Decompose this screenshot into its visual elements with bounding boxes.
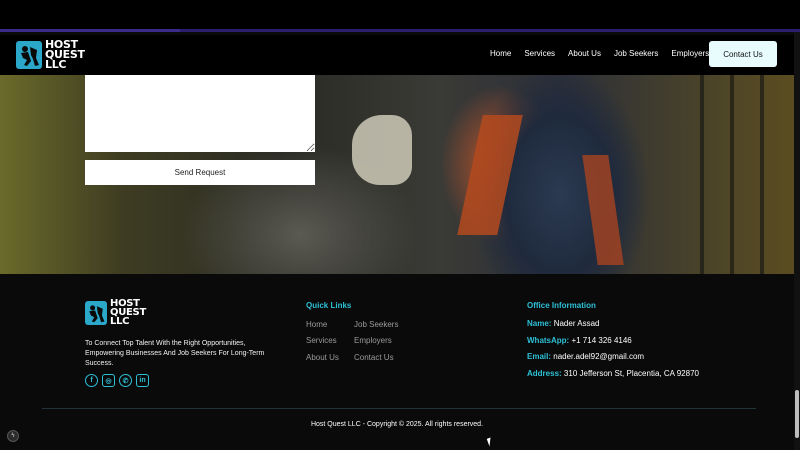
footer-link-job-seekers[interactable]: Job Seekers bbox=[354, 320, 398, 329]
glove-decoration bbox=[352, 115, 412, 185]
office-email-key: Email: bbox=[527, 352, 552, 361]
browser-top-bar bbox=[0, 0, 800, 32]
office-address-value: 310 Jefferson St, Placentia, CA 92870 bbox=[563, 369, 699, 378]
linkedin-icon[interactable]: in bbox=[136, 374, 149, 387]
nav-employers[interactable]: Employers bbox=[671, 49, 709, 58]
footer-link-about-us[interactable]: About Us bbox=[306, 353, 339, 362]
logo-line-3: LLC bbox=[110, 316, 130, 327]
instagram-icon[interactable]: ◎ bbox=[102, 374, 115, 387]
footer-link-services[interactable]: Services bbox=[306, 336, 337, 345]
rebar-decoration bbox=[730, 75, 734, 274]
facebook-icon[interactable]: f bbox=[85, 374, 98, 387]
copyright-text: Host Quest LLC - Copyright © 2025. All r… bbox=[310, 421, 484, 428]
scrollbar-thumb[interactable] bbox=[795, 390, 799, 438]
footer-divider bbox=[42, 408, 756, 409]
bolt-icon[interactable]: ϟ bbox=[7, 430, 19, 442]
site-footer: HOST QUEST LLC To Connect Top Talent Wit… bbox=[0, 274, 800, 450]
office-info-title: Office Information bbox=[527, 301, 596, 310]
office-name-value: Nader Assad bbox=[553, 319, 600, 328]
office-name: Name: Nader Assad bbox=[527, 319, 600, 328]
office-address: Address: 310 Jefferson St, Placentia, CA… bbox=[527, 369, 699, 378]
logo-text: HOST QUEST LLC bbox=[45, 39, 85, 71]
footer-link-home[interactable]: Home bbox=[306, 320, 327, 329]
site-header: HOST QUEST LLC Home Services About Us Jo… bbox=[0, 35, 800, 75]
footer-description: To Connect Top Talent With the Right Opp… bbox=[85, 340, 265, 367]
footer-logo[interactable]: HOST QUEST LLC bbox=[85, 299, 146, 327]
footer-link-contact-us[interactable]: Contact Us bbox=[354, 353, 394, 362]
contact-us-button[interactable]: Contact Us bbox=[709, 41, 777, 67]
logo-mark-icon bbox=[85, 300, 107, 325]
vest-stripe-decoration bbox=[457, 115, 523, 235]
whatsapp-icon[interactable]: ✆ bbox=[119, 374, 132, 387]
nav-home[interactable]: Home bbox=[490, 49, 511, 58]
main-nav: Home Services About Us Job Seekers Emplo… bbox=[490, 49, 722, 58]
footer-logo-text: HOST QUEST LLC bbox=[110, 299, 146, 327]
office-whatsapp-key: WhatsApp: bbox=[527, 336, 570, 345]
office-whatsapp-value[interactable]: +1 714 326 4146 bbox=[571, 336, 631, 345]
nav-about-us[interactable]: About Us bbox=[568, 49, 601, 58]
message-textarea[interactable] bbox=[85, 75, 315, 152]
vest-stripe-decoration bbox=[582, 155, 624, 265]
quick-links-title: Quick Links bbox=[306, 301, 352, 310]
nav-job-seekers[interactable]: Job Seekers bbox=[614, 49, 658, 58]
office-address-key: Address: bbox=[527, 369, 562, 378]
rebar-decoration bbox=[760, 75, 764, 274]
logo-line-3: LLC bbox=[45, 58, 67, 71]
office-email: Email: nader.adel92@gmail.com bbox=[527, 352, 644, 361]
page-scrollbar[interactable] bbox=[794, 32, 800, 450]
send-request-button[interactable]: Send Request bbox=[85, 160, 315, 185]
social-links: f ◎ ✆ in bbox=[85, 374, 149, 387]
office-name-key: Name: bbox=[527, 319, 552, 328]
header-logo[interactable]: HOST QUEST LLC bbox=[16, 39, 85, 71]
top-accent-line bbox=[0, 29, 180, 32]
office-whatsapp: WhatsApp: +1 714 326 4146 bbox=[527, 336, 632, 345]
footer-link-employers[interactable]: Employers bbox=[354, 336, 392, 345]
rebar-decoration bbox=[700, 75, 704, 274]
office-email-value[interactable]: nader.adel92@gmail.com bbox=[553, 352, 644, 361]
logo-mark-icon bbox=[16, 41, 42, 69]
nav-services[interactable]: Services bbox=[524, 49, 555, 58]
